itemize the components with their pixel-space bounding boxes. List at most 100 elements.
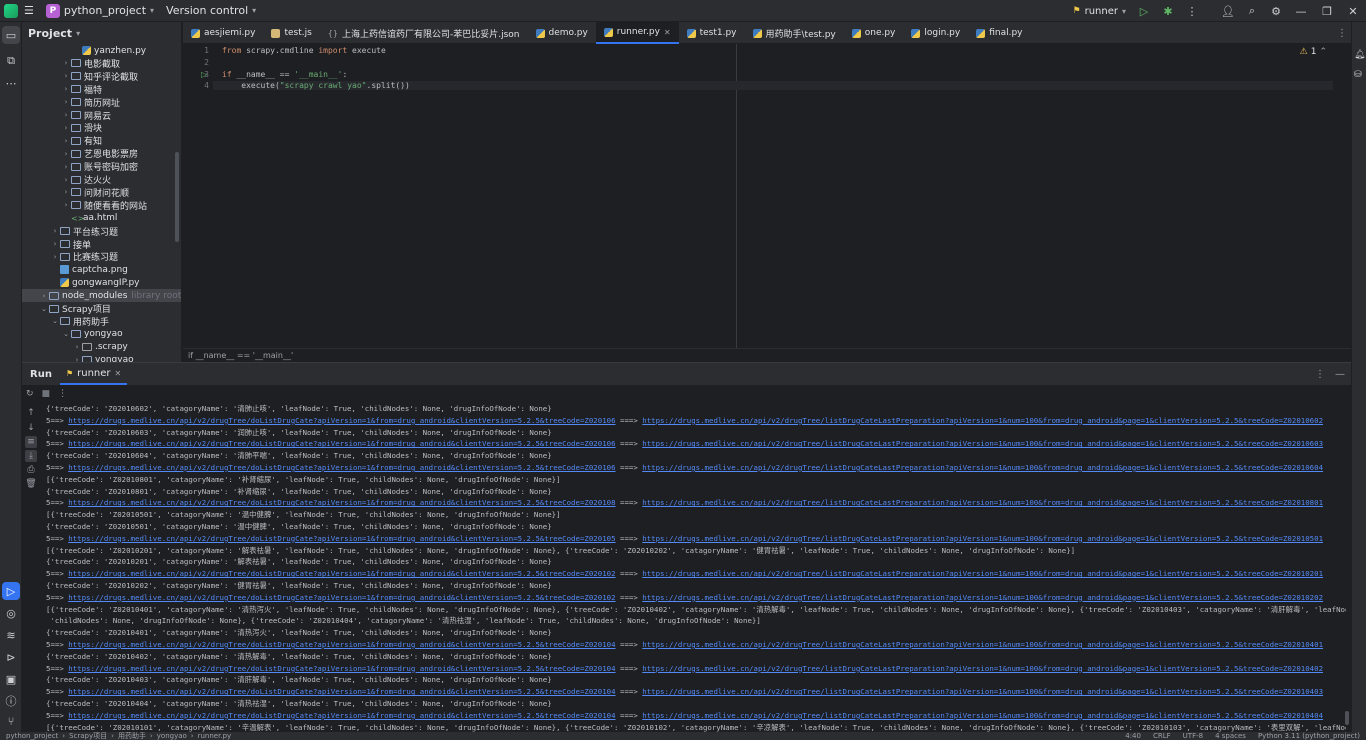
tree-folder[interactable]: › 平台练习题 [22,225,181,238]
console-link[interactable]: https://drugs.medlive.cn/api/v2/drugTree… [68,593,615,602]
cursor-position[interactable]: 4:40 [1125,732,1141,740]
editor-tab[interactable]: test.js [263,22,319,44]
chevron-right-icon[interactable]: › [61,124,71,132]
close-button[interactable]: ✕ [1340,0,1366,22]
project-panel-header[interactable]: Project ▾ [22,22,181,44]
run-gutter-icon[interactable]: ▷ [201,70,207,79]
tree-folder[interactable]: › 有知 [22,134,181,147]
clear-button[interactable]: 🗑︎ [25,478,37,490]
structure-tool-button[interactable]: ⧉ [2,52,20,70]
status-breadcrumb[interactable]: python_project › Scrapy项目 › 用药助手 › yongyao › run… [0,732,231,740]
tree-file[interactable]: gongwangIP.py [22,276,181,289]
editor-tab[interactable]: {} 上海上药信谊药厂有限公司-苯巴比妥片.json [320,22,528,44]
chevron-right-icon[interactable]: › [39,292,49,300]
scroll-down-button[interactable]: ↓ [25,422,37,434]
status-path-segment[interactable]: yongyao [157,732,187,740]
editor-tab[interactable]: final.py [968,22,1030,44]
file-encoding[interactable]: UTF-8 [1183,732,1203,740]
tree-folder[interactable]: ⌄ Scrapy项目 [22,302,181,315]
console-link[interactable]: https://drugs.medlive.cn/api/v2/drugTree… [642,664,1323,673]
close-icon[interactable]: ✕ [664,28,671,37]
editor-tab[interactable]: aesjiemi.py [183,22,263,44]
console-output[interactable]: {'treeCode': 'Z02010602', 'catagoryName'… [46,403,1346,733]
tree-folder[interactable]: › 随便看看的网站 [22,199,181,212]
problems-button[interactable]: ⓘ [2,692,20,710]
run-config-selector[interactable]: ⚑ runner ▾ [1067,0,1132,22]
soft-wrap-button[interactable]: ≡ [25,436,37,448]
console-scrollbar[interactable] [1345,711,1349,725]
code-editor[interactable]: ⚠ 1 ⌃ 1 from scrapy.cmdline import execut… [183,44,1351,348]
console-link[interactable]: https://drugs.medlive.cn/api/v2/drugTree… [642,711,1323,720]
chevron-right-icon[interactable]: › [50,227,60,235]
python-packages-button[interactable]: ◎ [2,604,20,622]
status-path-segment[interactable]: 用药助手 [118,732,146,740]
indent-setting[interactable]: 4 spaces [1215,732,1246,740]
vcs-selector[interactable]: Version control ▾ [160,0,262,22]
tree-file[interactable]: captcha.png [22,263,181,276]
console-link[interactable]: https://drugs.medlive.cn/api/v2/drugTree… [68,664,615,673]
tree-file[interactable]: <> aa.html [22,212,181,225]
console-link[interactable]: https://drugs.medlive.cn/api/v2/drugTree… [68,463,615,472]
chevron-right-icon[interactable]: › [61,72,71,80]
stop-icon[interactable]: ■ [42,389,51,399]
chevron-right-icon[interactable]: › [61,137,71,145]
tree-folder[interactable]: › 达火火 [22,173,181,186]
status-path-segment[interactable]: runner.py [198,732,232,740]
console-link[interactable]: https://drugs.medlive.cn/api/v2/drugTree… [642,534,1323,543]
layers-button[interactable]: ≋ [2,626,20,644]
console-link[interactable]: https://drugs.medlive.cn/api/v2/drugTree… [642,593,1323,602]
more-tools-button[interactable]: ⋯ [2,74,20,92]
scroll-to-end-button[interactable]: ⤓ [25,450,37,462]
inspection-widget[interactable]: ⚠ 1 ⌃ [1300,47,1327,57]
console-link[interactable]: https://drugs.medlive.cn/api/v2/drugTree… [642,463,1323,472]
python-interpreter[interactable]: Python 3.11 (python_project) [1258,732,1360,740]
services-button[interactable]: ⊳ [2,648,20,666]
more-vertical-icon[interactable]: ⋮ [58,389,67,399]
console-link[interactable]: https://drugs.medlive.cn/api/v2/drugTree… [68,498,615,507]
tree-folder[interactable]: › 福特 [22,83,181,96]
tree-folder[interactable]: › 比赛练习题 [22,250,181,263]
console-link[interactable]: https://drugs.medlive.cn/api/v2/drugTree… [68,687,615,696]
account-button[interactable]: 👤︎ [1216,0,1240,22]
chevron-down-icon[interactable]: ⌄ [50,317,60,325]
chevron-down-icon[interactable]: ⌄ [61,330,71,338]
code-line[interactable]: execute("scrapy crawl yao".split()) [213,81,1333,91]
tree-folder[interactable]: ⌄ yongyao [22,328,181,341]
tree-folder[interactable]: › 艺恩电影票房 [22,147,181,160]
print-button[interactable]: ⎙ [25,464,37,476]
git-button[interactable]: ⑂ [2,712,20,730]
chevron-right-icon[interactable]: › [72,343,82,351]
status-path-segment[interactable]: Scrapy项目 [69,732,107,740]
code-line[interactable]: from scrapy.cmdline import execute [222,46,386,55]
tree-folder[interactable]: › yongyao [22,354,181,362]
database-button[interactable]: ⛁ [1354,70,1365,81]
run-tab-runner[interactable]: ⚑ runner ✕ [59,363,128,385]
editor-tab[interactable]: demo.py [528,22,596,44]
console-link[interactable]: https://drugs.medlive.cn/api/v2/drugTree… [68,569,615,578]
minimize-panel-icon[interactable]: — [1335,369,1345,380]
tree-folder[interactable]: › 电影截取 [22,57,181,70]
chevron-right-icon[interactable]: › [61,85,71,93]
console-link[interactable]: https://drugs.medlive.cn/api/v2/drugTree… [68,416,615,425]
tree-folder[interactable]: ⌄ 用药助手 [22,315,181,328]
tree-folder[interactable]: › 账号密码加密 [22,160,181,173]
console-link[interactable]: https://drugs.medlive.cn/api/v2/drugTree… [68,534,615,543]
minimize-button[interactable]: — [1288,0,1314,22]
tree-folder[interactable]: › 知乎评论截取 [22,70,181,83]
console-link[interactable]: https://drugs.medlive.cn/api/v2/drugTree… [642,498,1323,507]
console-link[interactable]: https://drugs.medlive.cn/api/v2/drugTree… [642,439,1323,448]
editor-tab[interactable]: one.py [844,22,904,44]
project-selector[interactable]: P python_project ▾ [40,0,160,22]
main-menu-button[interactable]: ☰ [18,0,40,22]
editor-breadcrumb[interactable]: if __name__ == '__main__' [183,348,1351,362]
tree-folder[interactable]: › .scrapy [22,341,181,354]
console-link[interactable]: https://drugs.medlive.cn/api/v2/drugTree… [642,640,1323,649]
chevron-right-icon[interactable]: › [61,98,71,106]
code-line[interactable]: if __name__ == '__main__': [222,70,347,79]
more-vertical-icon[interactable]: ⋮ [1337,22,1347,44]
tree-folder[interactable]: › 问财问花顺 [22,186,181,199]
tree-folder[interactable]: › node_modules library root [22,289,181,303]
settings-button[interactable]: ⚙ [1264,0,1288,22]
console-link[interactable]: https://drugs.medlive.cn/api/v2/drugTree… [68,640,615,649]
chevron-right-icon[interactable]: › [61,176,71,184]
